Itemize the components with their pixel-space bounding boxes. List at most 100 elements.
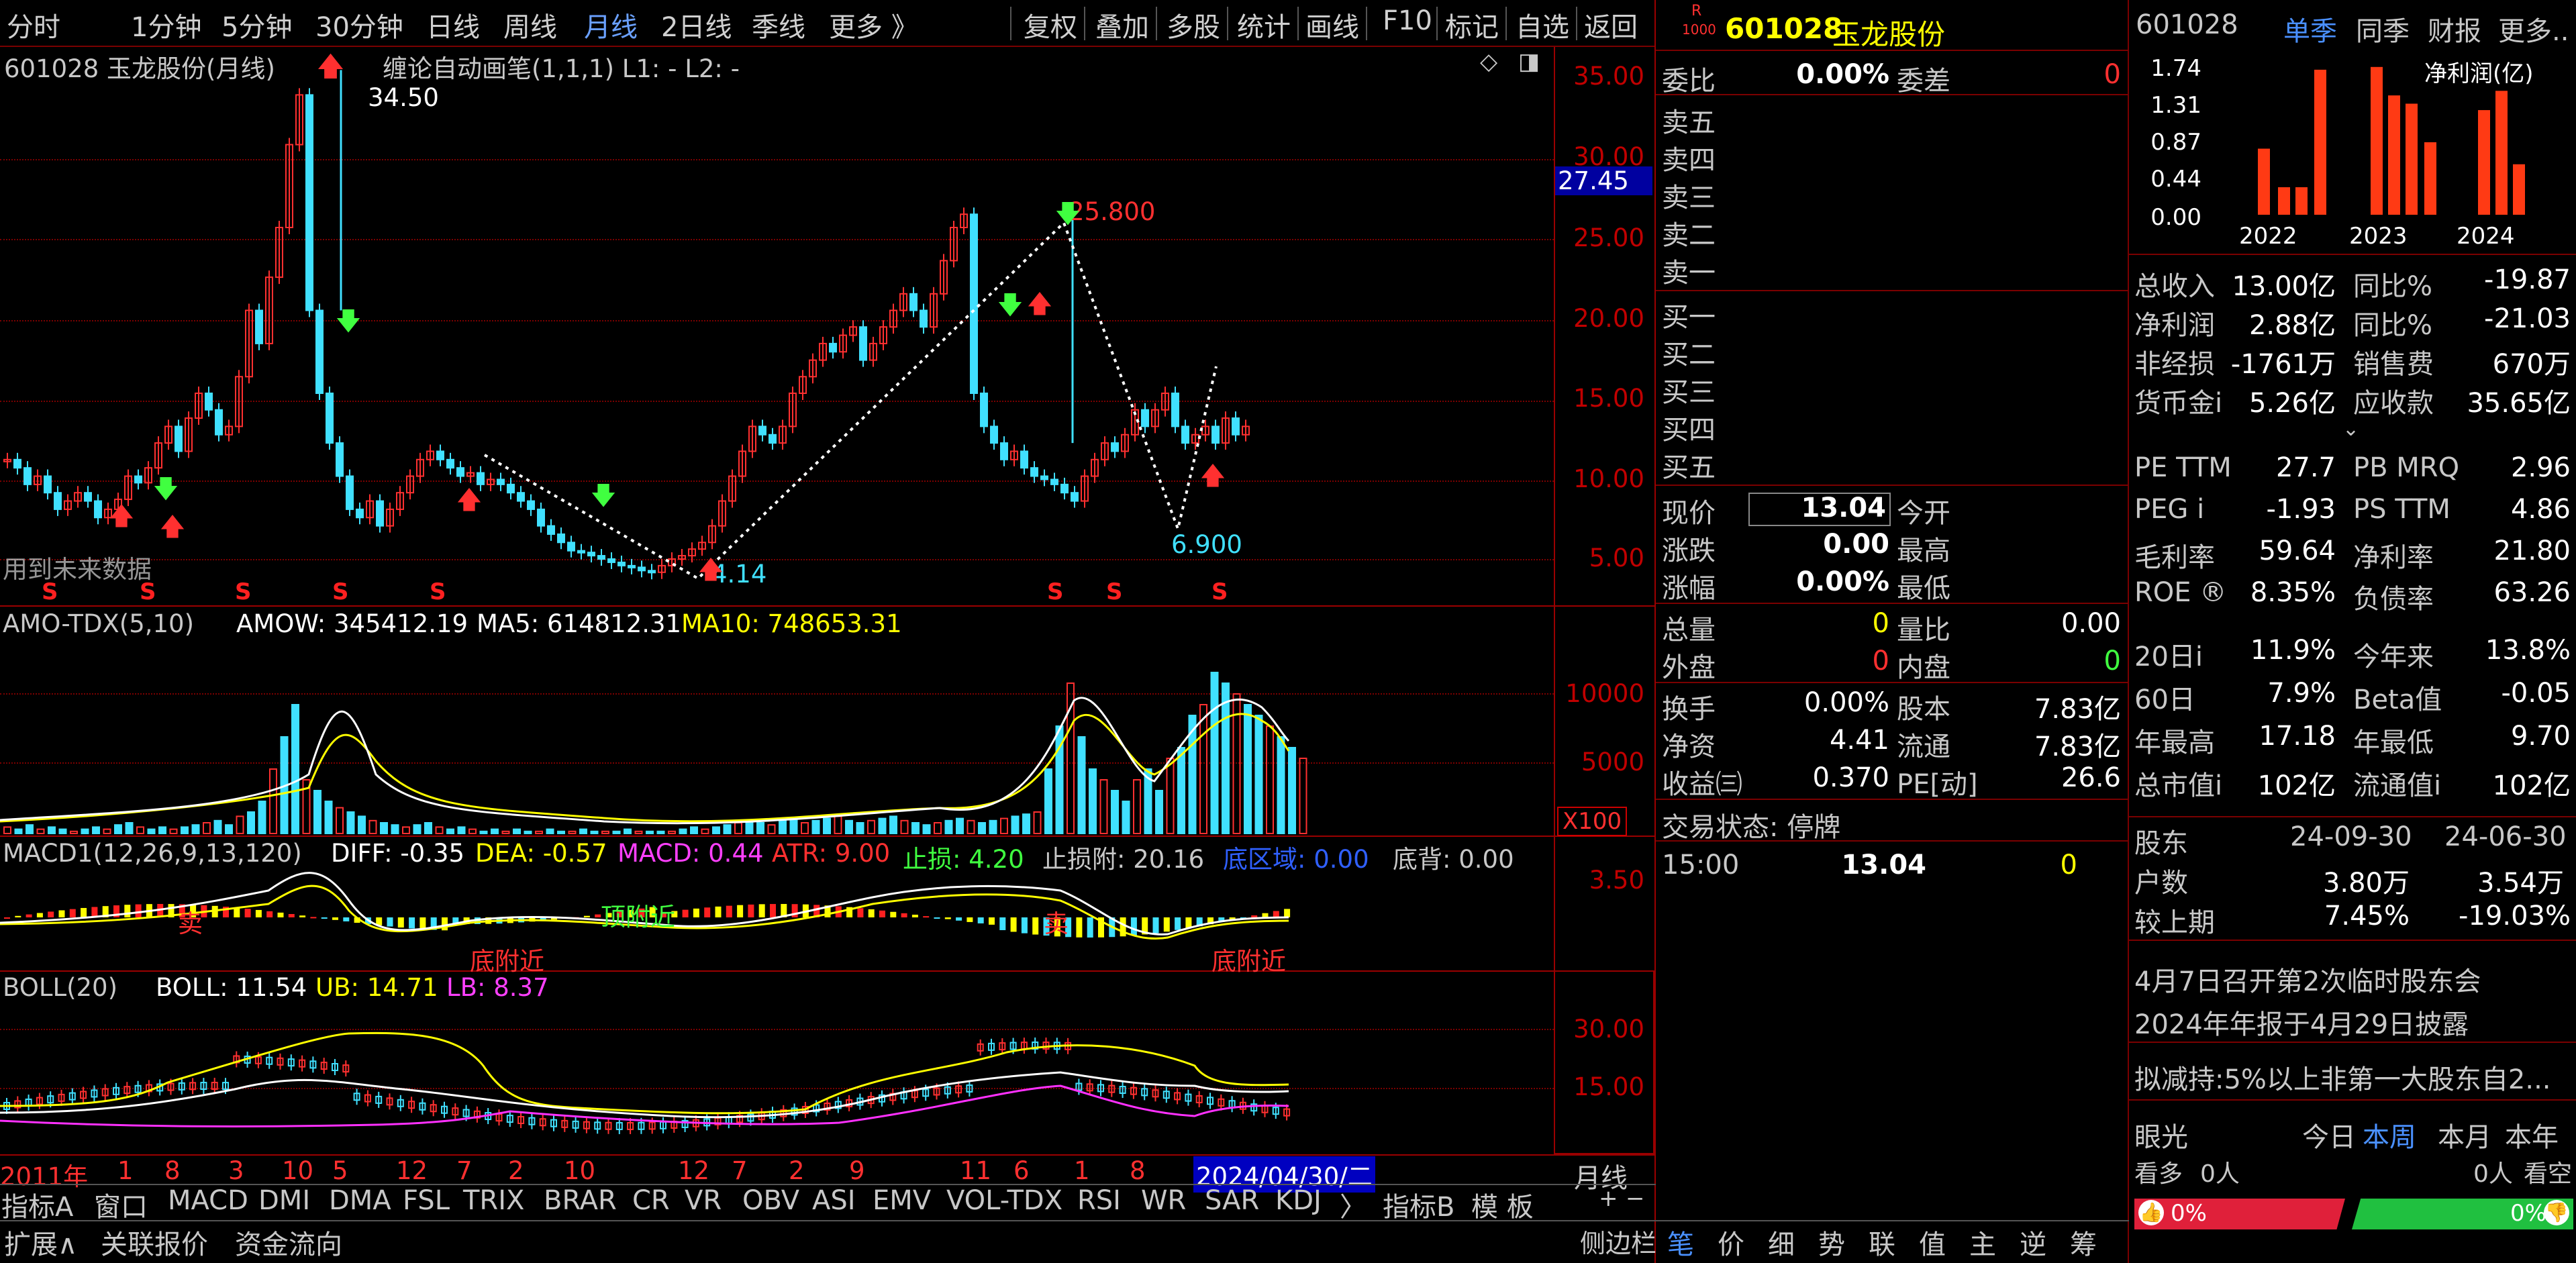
profit-bar: [2258, 148, 2270, 215]
volume-bar: [446, 828, 454, 835]
quote-name: 玉龙股份: [1832, 18, 1946, 51]
fin-tab-report[interactable]: 财报: [2428, 9, 2481, 48]
fund-flow-tab[interactable]: 资金流向: [235, 1223, 342, 1262]
indicator-tab[interactable]: WR: [1141, 1185, 1186, 1216]
period-week[interactable]: 周线: [503, 5, 557, 44]
duogu-button[interactable]: 多股: [1167, 5, 1220, 44]
volume-bar: [989, 819, 997, 834]
macd-bar: [682, 909, 689, 917]
thumb-up-icon[interactable]: 👍: [2138, 1200, 2164, 1225]
news-item[interactable]: 4月7日召开第2次临时股东会: [2134, 960, 2481, 999]
indicator-tab[interactable]: EMV: [873, 1185, 931, 1216]
indicator-tab[interactable]: DMA: [329, 1185, 391, 1216]
s-marker: S: [1211, 578, 1228, 605]
volume-bar: [413, 824, 422, 835]
volume-bar: [1199, 704, 1207, 834]
side-tab[interactable]: 价: [1718, 1223, 1744, 1262]
indicator-tab[interactable]: BRAR: [544, 1185, 617, 1216]
indicator-tab[interactable]: 指标A: [1, 1185, 73, 1224]
macd-bar: [26, 914, 32, 917]
minus-button[interactable]: −: [1626, 1185, 1645, 1212]
sidebar-label[interactable]: 侧边栏: [1556, 1223, 1656, 1260]
indicator-tab[interactable]: CR: [632, 1185, 670, 1216]
side-tab[interactable]: 逆: [2020, 1223, 2046, 1262]
period-quarter[interactable]: 季线: [752, 5, 805, 44]
candle: [507, 483, 515, 494]
sentiment-month[interactable]: 本月: [2438, 1115, 2491, 1154]
bull-bar[interactable]: [2134, 1199, 2345, 1229]
indicator-tab[interactable]: 指标B: [1383, 1185, 1454, 1224]
volume-bar: [368, 819, 377, 834]
indicator-tab[interactable]: OBV: [742, 1185, 799, 1216]
tongji-button[interactable]: 统计: [1237, 5, 1291, 44]
indicator-tab[interactable]: 模 板: [1471, 1185, 1534, 1224]
indicator-tab[interactable]: 〉: [1340, 1185, 1367, 1224]
volume-bar: [889, 815, 897, 834]
news-item[interactable]: 2024年年报于4月29日披露: [2134, 1003, 2469, 1042]
diejia-button[interactable]: 叠加: [1095, 5, 1149, 44]
news-item[interactable]: 拟减持:5%以上非第一大股东自2...: [2134, 1058, 2571, 1097]
period-more[interactable]: 更多 》: [829, 5, 918, 44]
period-fenshi[interactable]: 分时: [7, 5, 60, 44]
volume-bar: [391, 824, 399, 835]
sentiment-today[interactable]: 今日: [2302, 1115, 2356, 1154]
thumb-down-icon[interactable]: 👎: [2544, 1200, 2569, 1225]
indicator-tab[interactable]: DMI: [258, 1185, 310, 1216]
macd-chart: [0, 872, 1291, 940]
side-tab[interactable]: 势: [1818, 1223, 1845, 1262]
huaxian-button[interactable]: 画线: [1305, 5, 1359, 44]
period-5min[interactable]: 5分钟: [221, 5, 292, 44]
expand-chevron-icon[interactable]: ⌄: [2342, 417, 2359, 441]
candle: [1060, 483, 1069, 494]
fin-cell: 8.35%: [2250, 577, 2336, 608]
indicator-tab[interactable]: MACD: [168, 1185, 248, 1216]
side-tab[interactable]: 细: [1768, 1223, 1795, 1262]
indicator-tab[interactable]: TRIX: [463, 1185, 524, 1216]
macd-bar: [58, 910, 65, 917]
fin-cell: 35.65亿: [2467, 388, 2571, 419]
fanhui-button[interactable]: 返回: [1584, 5, 1638, 44]
candle: [356, 508, 364, 519]
f10-button[interactable]: F10: [1383, 5, 1432, 36]
fuquan-button[interactable]: 复权: [1024, 5, 1077, 44]
indicator-tab[interactable]: 窗口: [94, 1185, 148, 1224]
fin-cell: 销售费: [2353, 349, 2434, 380]
volume-bar: [789, 817, 798, 835]
fin-tab-more[interactable]: 更多..: [2498, 9, 2569, 48]
sell4-label: 卖四: [1662, 145, 1716, 176]
volume-bar: [513, 828, 521, 835]
period-30min[interactable]: 30分钟: [315, 5, 403, 44]
x-tick: 5: [332, 1156, 348, 1185]
related-quote-tab[interactable]: 关联报价: [101, 1223, 208, 1262]
side-tab[interactable]: 筹: [2070, 1223, 2097, 1262]
period-2day[interactable]: 2日线: [661, 5, 732, 44]
macd-bar: [901, 913, 907, 917]
trade-status: 交易状态: 停牌: [1662, 812, 1841, 843]
indicator-tab[interactable]: KDJ: [1275, 1185, 1322, 1216]
expand-tab[interactable]: 扩展∧: [4, 1223, 77, 1262]
side-tab[interactable]: 值: [1919, 1223, 1946, 1262]
fin-tab-quarter[interactable]: 单季: [2283, 9, 2337, 48]
fin-tab-same-quarter[interactable]: 同季: [2356, 9, 2410, 48]
candle: [305, 94, 313, 311]
fin-cell: 17.18: [2259, 721, 2336, 752]
side-tab[interactable]: 笔: [1667, 1223, 1694, 1262]
indicator-tab[interactable]: VOL-TDX: [946, 1185, 1062, 1216]
volume-bar: [1044, 768, 1052, 834]
zixuan-button[interactable]: 自选: [1516, 5, 1569, 44]
indicator-tab[interactable]: VR: [685, 1185, 722, 1216]
period-1min[interactable]: 1分钟: [131, 5, 201, 44]
period-month[interactable]: 月线: [584, 5, 638, 44]
side-tab[interactable]: 联: [1869, 1223, 1895, 1262]
indicator-tab[interactable]: ASI: [812, 1185, 856, 1216]
indicator-tab[interactable]: SAR: [1205, 1185, 1259, 1216]
side-tab[interactable]: 主: [1969, 1223, 1996, 1262]
indicator-tab[interactable]: RSI: [1077, 1185, 1121, 1216]
sentiment-week[interactable]: 本周: [2363, 1115, 2416, 1154]
candle: [13, 458, 21, 469]
indicator-tab[interactable]: FSL: [403, 1185, 450, 1216]
sentiment-year[interactable]: 本年: [2505, 1115, 2559, 1154]
period-day[interactable]: 日线: [426, 5, 480, 44]
biaoji-button[interactable]: 标记: [1445, 5, 1499, 44]
plus-button[interactable]: +: [1599, 1185, 1618, 1212]
